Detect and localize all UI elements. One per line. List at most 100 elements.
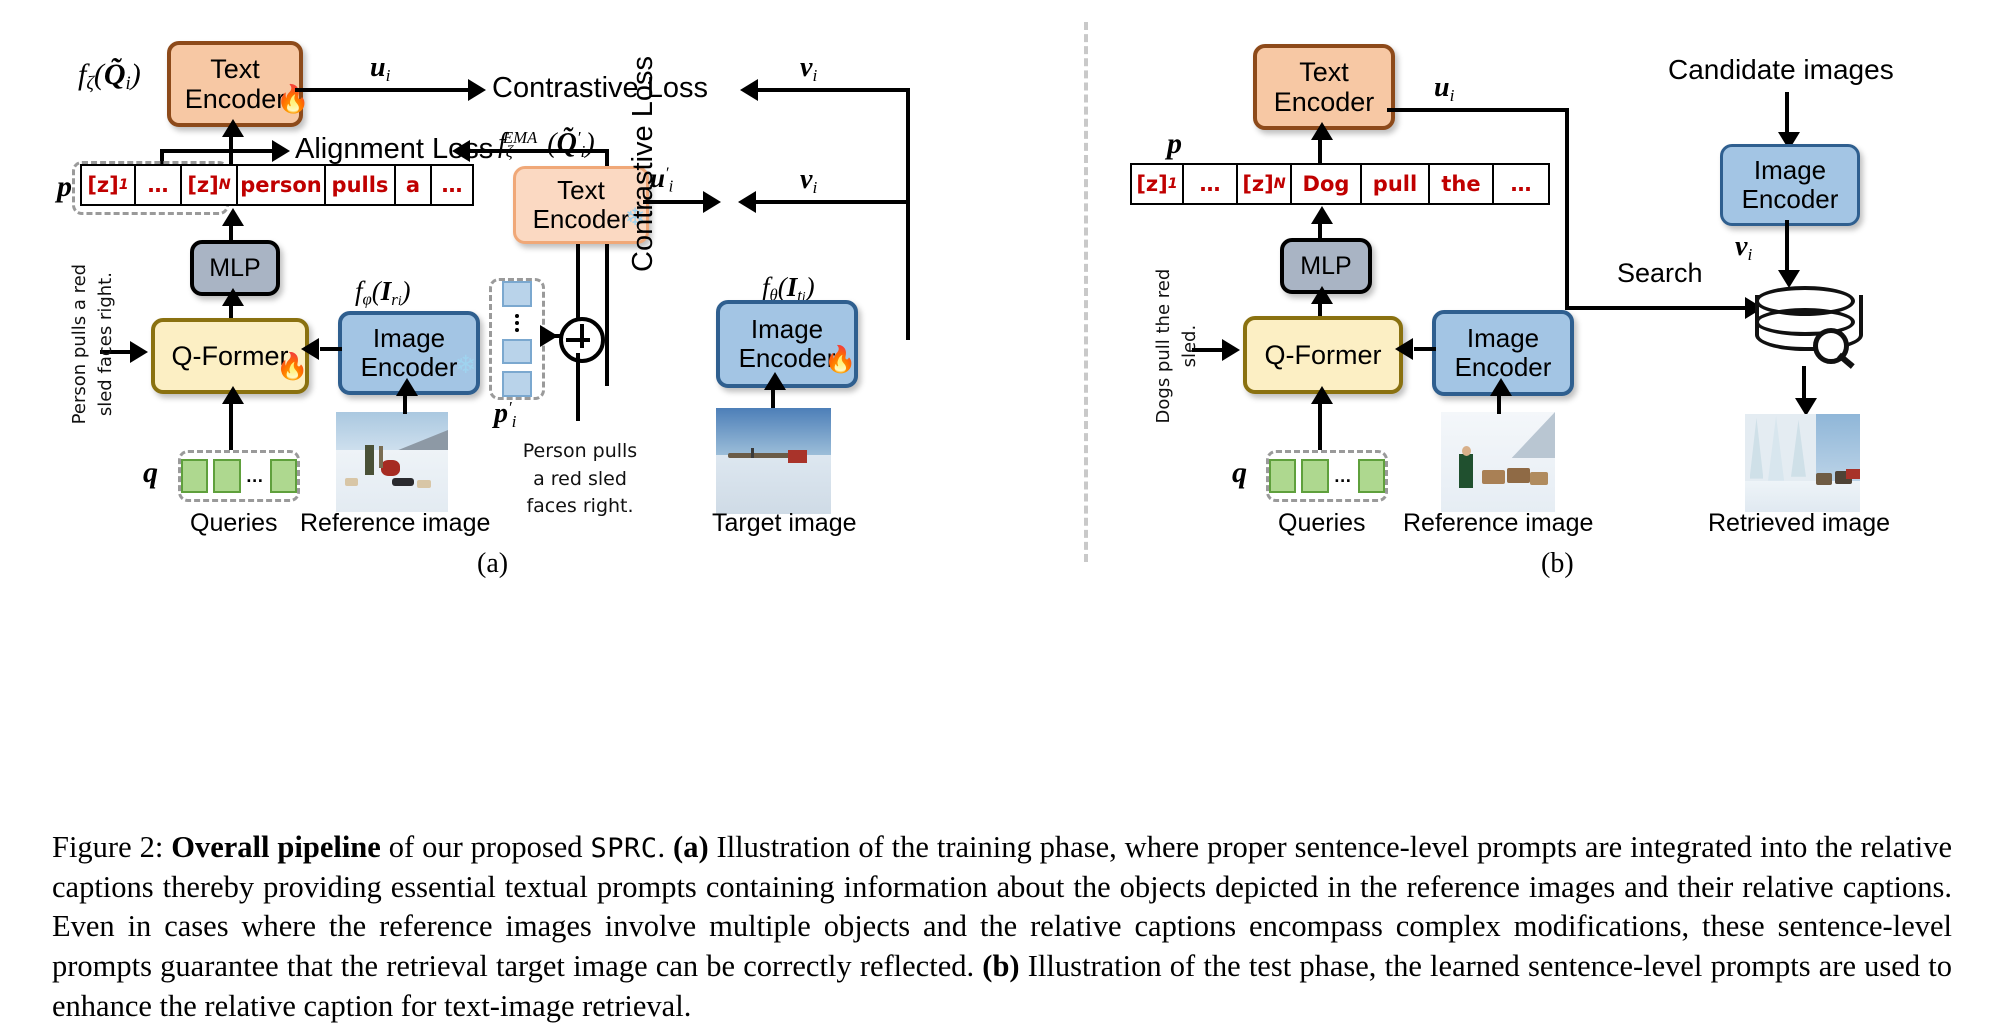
figure-bold-lead: Overall pipeline: [171, 830, 381, 864]
line-u-i-a: [295, 88, 470, 92]
fire-icon: 🔥: [824, 345, 857, 375]
target-image-label-a: Target image: [712, 509, 857, 537]
math-label-f-ema: fζEMA (Q̃′i): [498, 128, 595, 162]
token-cell[interactable]: …: [1182, 163, 1236, 205]
relative-caption-rotated-b: Dogs pull the red sled.: [1152, 268, 1200, 424]
retrieved-image-label-b: Retrieved image: [1708, 509, 1891, 537]
line-queries-to-qformer-a: [229, 400, 233, 450]
token-cell[interactable]: Dog: [1290, 163, 1360, 205]
figure-canvas: fζ(Q̃i) Text Encoder 🔥 ui Contrastive Lo…: [0, 0, 2000, 1028]
token-cell[interactable]: person: [236, 164, 324, 206]
token-cell[interactable]: [z] 1: [1130, 163, 1182, 205]
token-cell[interactable]: [z] N: [1236, 163, 1290, 205]
math-label-p-b: p: [1167, 127, 1182, 160]
ellipsis-dots: …: [1333, 466, 1353, 486]
relative-caption-a: Person pulls a red sled faces right.: [522, 440, 638, 518]
figure-number: Figure 2:: [52, 830, 164, 864]
arrow-refphoto-to-imgenc-b: [1490, 378, 1512, 396]
query-chip: [1269, 459, 1297, 493]
arrow-tokens-to-encoder-b: [1311, 122, 1333, 140]
prompt-embeddings-group: [489, 278, 545, 400]
line-plus-up: [576, 234, 580, 319]
query-chip: [181, 459, 209, 493]
prompt-chip: [502, 371, 532, 398]
reference-image-photo-b: [1441, 412, 1555, 512]
target-image-photo: [716, 408, 831, 514]
vertical-ellipsis: [515, 313, 519, 332]
qformer-box-b[interactable]: Q-Former: [1243, 316, 1403, 394]
text-encoder-box-b[interactable]: Text Encoder: [1253, 44, 1395, 130]
token-row-b: [z] 1 … [z] N Dog pull the …: [1130, 163, 1550, 205]
image-encoder-box-candidate[interactable]: Image Encoder: [1720, 144, 1860, 226]
arrow-targetphoto-to-imgenc: [764, 372, 786, 390]
queries-group-a: …: [178, 450, 300, 502]
arrow-qformer-to-mlp: [222, 288, 244, 306]
line-u-i-b: [1387, 108, 1569, 112]
qformer-label: Q-Former: [1264, 339, 1382, 370]
image-encoder-line1: Image: [1753, 154, 1827, 185]
arrow-imgenc-to-qformer-a: [301, 338, 319, 360]
arrow-caption-to-qformer-a: [130, 341, 148, 363]
image-encoder-line1: Image: [750, 313, 824, 344]
contrastive-loss-right-label: Contrastive Loss: [627, 56, 659, 272]
image-encoder-line1: Image: [1466, 322, 1540, 353]
arrow-u-i-a: [468, 79, 486, 101]
token-cell[interactable]: …: [1492, 163, 1550, 205]
figure-part-a-tag: (a): [673, 830, 709, 864]
arrow-imgenc-to-qformer-b: [1395, 338, 1413, 360]
contrastive-loss-top-label: Contrastive Loss: [492, 72, 708, 104]
arrow-qformer-to-mlp-b: [1311, 286, 1333, 304]
reference-image-photo-a: [336, 412, 448, 512]
relative-caption-rotated-a: Person pulls a red sled faces right.: [68, 263, 116, 425]
line-plus-down: [576, 353, 580, 421]
math-label-u-i-a: ui: [370, 52, 391, 85]
image-encoder-line1: Image: [372, 322, 446, 353]
token-cell[interactable]: [z] 1: [80, 164, 134, 206]
math-label-f-zeta-Q: fζ(Q̃i): [78, 58, 141, 95]
panel-letter-a: (a): [477, 548, 509, 579]
line-imgenc-to-db: [1785, 220, 1789, 276]
line-v-i-mid: [755, 200, 910, 204]
token-cell[interactable]: pull: [1360, 163, 1428, 205]
token-cell[interactable]: …: [134, 164, 180, 206]
token-cell[interactable]: the: [1428, 163, 1492, 205]
query-chip: [213, 459, 241, 493]
line-v-i-down: [906, 88, 910, 303]
mlp-label: MLP: [1300, 252, 1352, 280]
text-encoder-ema-line1: Text: [557, 174, 605, 205]
figure-after-lead: of our proposed: [380, 830, 591, 864]
figure-caption: Figure 2: Overall pipeline of our propos…: [52, 830, 1952, 1023]
token-cell[interactable]: …: [430, 164, 474, 206]
prompt-chip: [502, 338, 532, 365]
arrow-v-i-mid: [738, 191, 756, 213]
mlp-label: MLP: [209, 254, 261, 282]
qformer-label: Q-Former: [171, 340, 289, 371]
sum-operator-icon: [559, 317, 605, 363]
arrow-refphoto-to-imgenc-a: [396, 378, 418, 396]
queries-group-b: …: [1266, 450, 1388, 502]
query-chip: [1357, 459, 1385, 493]
math-label-u-i-b: ui: [1434, 72, 1455, 105]
line-queries-to-qformer-b: [1318, 400, 1322, 450]
panel-divider: [1084, 22, 1088, 562]
image-encoder-line2: Encoder: [738, 343, 836, 373]
arrow-prompt-to-encoder: [222, 119, 244, 137]
arrow-alignment-right: [452, 140, 470, 162]
line-imgenc-to-qformer-b: [1414, 347, 1436, 351]
math-label-q-b: q: [1232, 456, 1247, 489]
token-cell[interactable]: pulls: [324, 164, 394, 206]
figure-part-b-tag: (b): [982, 948, 1020, 983]
queries-label-a: Queries: [190, 509, 278, 537]
token-cell[interactable]: [z] N: [180, 164, 236, 206]
math-label-p-prime: p′i: [494, 398, 517, 432]
image-encoder-line2: Encoder: [1741, 184, 1839, 214]
snowflake-icon: ❄: [455, 350, 476, 379]
arrow-prompt-to-plus: [540, 325, 558, 347]
math-label-f-phi: fφ(Iri): [355, 276, 411, 309]
math-label-q-a: q: [143, 456, 158, 489]
line-imgenc-target-up: [906, 300, 910, 340]
queries-label-b: Queries: [1278, 509, 1366, 537]
method-name: SPRC: [590, 833, 658, 864]
arrow-mlp-to-tokens: [222, 208, 244, 226]
token-cell[interactable]: a: [394, 164, 430, 206]
